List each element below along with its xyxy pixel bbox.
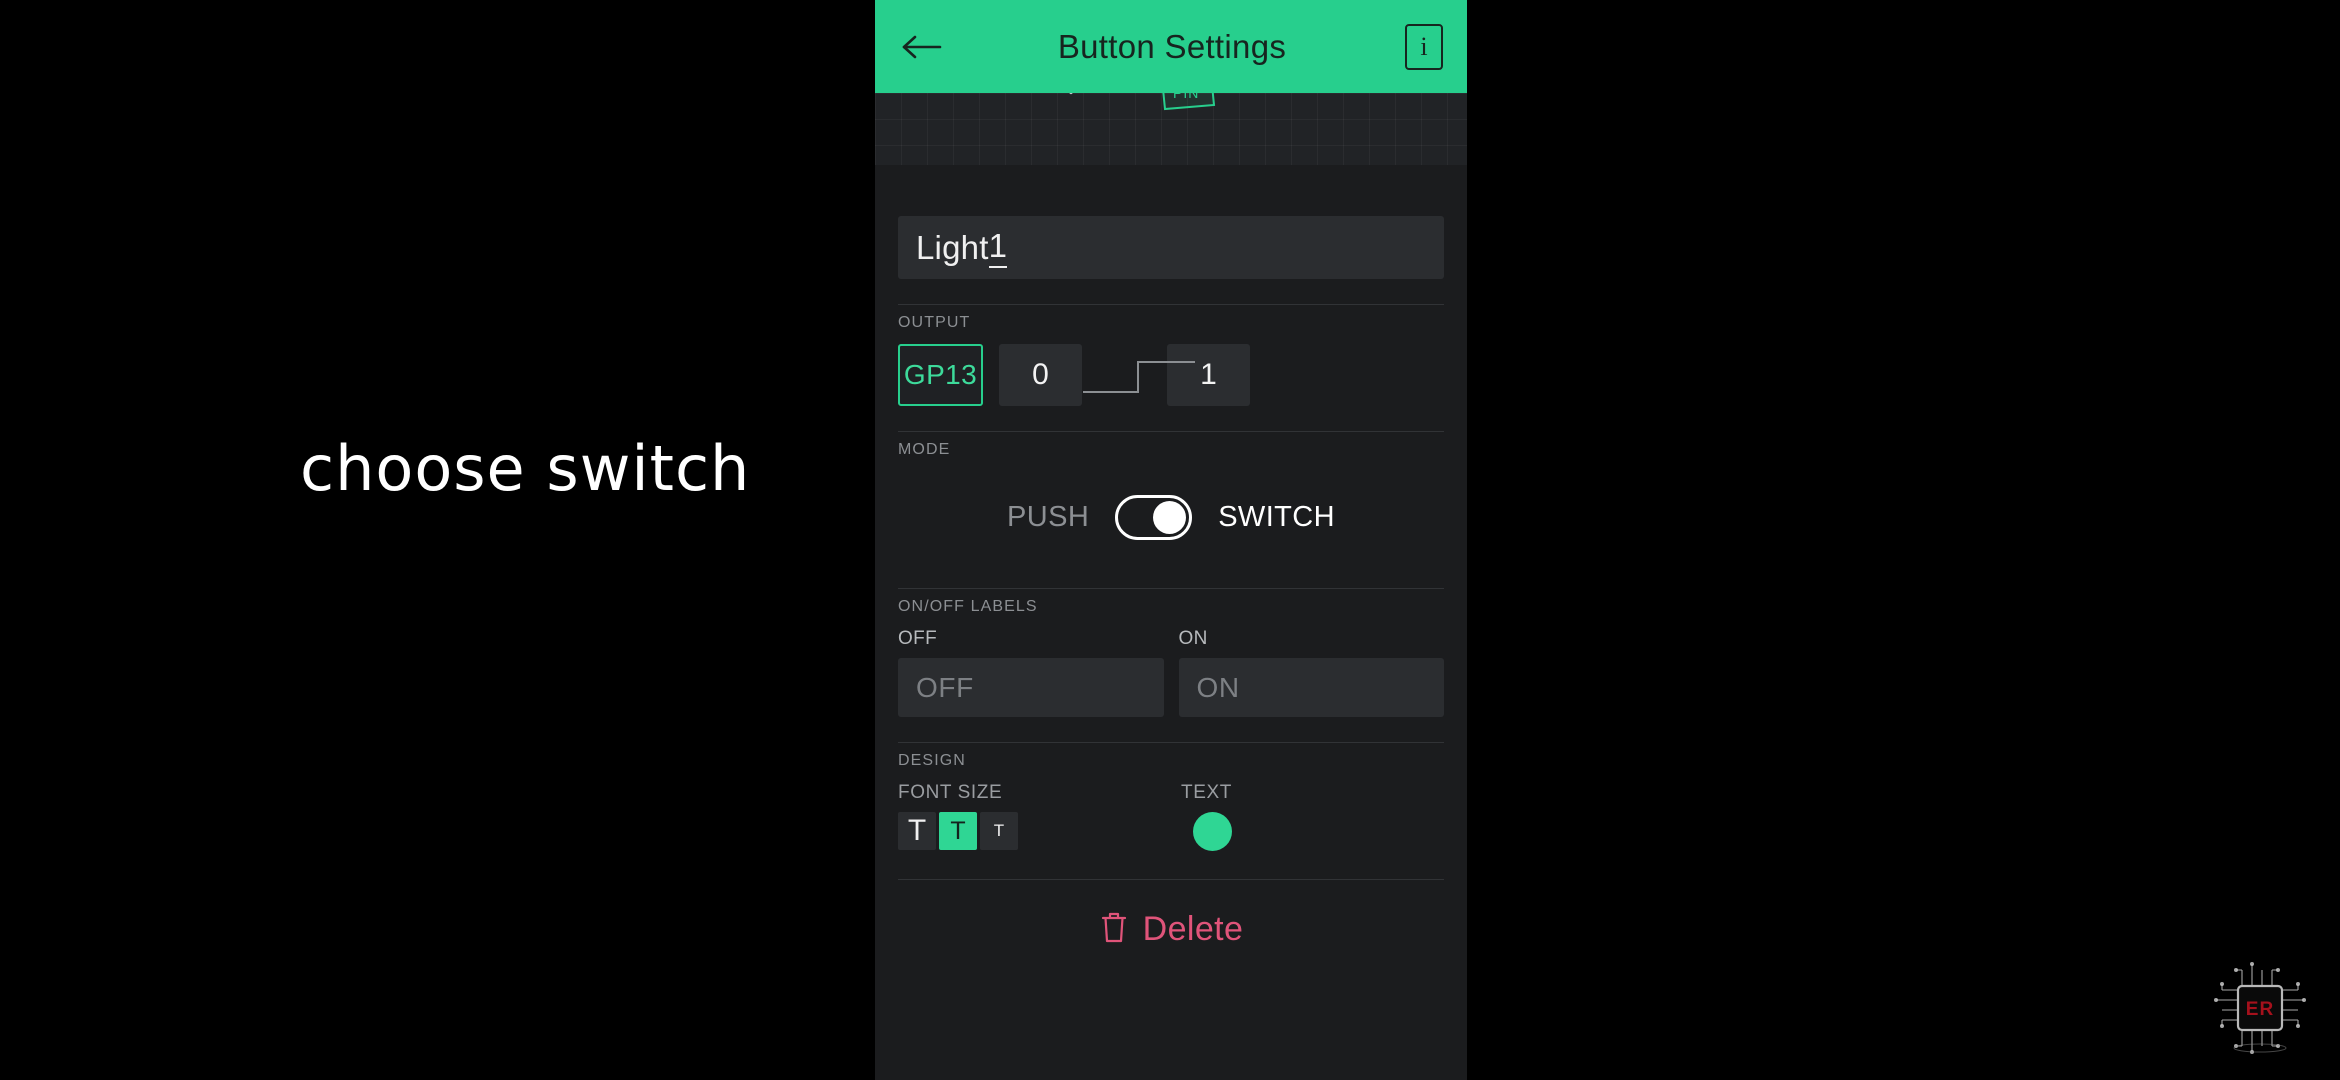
font-size-small-button[interactable]: T [980,812,1018,850]
on-label-column: ON ON [1178,628,1444,717]
pin-diagram-svg: PIN [1069,93,1216,111]
font-size-medium-button[interactable]: T [939,812,977,850]
mode-toggle[interactable] [1115,494,1193,540]
button-name-value-head: Light [916,228,989,266]
design-row: FONT SIZE T T T TEXT [898,782,1444,851]
section-title-design: DESIGN [898,752,966,769]
button-name-value-tail: 1 [988,227,1008,268]
off-label-column: OFF OFF [898,628,1164,717]
delete-button[interactable]: Delete [898,910,1444,949]
section-design: DESIGN FONT SIZE T T T TEXT [898,742,1444,851]
output-level-high[interactable]: 1 [1167,344,1250,406]
delete-label: Delete [1142,910,1244,948]
section-title-mode: MODE [898,441,951,458]
font-size-caption: FONT SIZE [898,782,1003,803]
watermark-logo: ER [2208,956,2312,1060]
mode-toggle-knob [1153,500,1187,534]
section-title-onoff: ON/OFF LABELS [898,598,1038,615]
button-name-input[interactable]: Light 1 [898,216,1444,279]
font-size-buttons: T T T [898,812,1093,850]
phone-panel: Button Settings i PIN Light 1 OUTPUT GP1… [875,0,1467,1080]
screenshot-root: choose switch Button Settings i PIN Ligh… [0,0,2340,1080]
delete-separator [898,879,1444,880]
info-button[interactable]: i [1405,23,1443,70]
section-output: OUTPUT GP13 0 1 [898,304,1444,406]
settings-body: Light 1 OUTPUT GP13 0 1 MODE PUSH SWITCH… [875,216,1467,949]
onoff-inputs-grid: OFF OFF ON ON [898,628,1444,717]
trash-icon [1099,910,1129,949]
text-color-group: TEXT [1181,782,1232,851]
font-size-large-button[interactable]: T [898,812,936,850]
page-title: Button Settings [1057,27,1287,65]
annotation-choose-switch: choose switch [300,432,751,505]
text-color-caption: TEXT [1181,782,1232,803]
section-title-output: OUTPUT [898,314,971,331]
mode-row: PUSH SWITCH [898,471,1444,563]
pin-badge: PIN [1162,93,1216,111]
text-color-swatch[interactable] [1193,812,1232,851]
on-caption: ON [1178,628,1208,649]
output-row: GP13 0 1 [898,344,1444,406]
on-label-input[interactable]: ON [1178,658,1444,717]
svg-text:PIN: PIN [1173,93,1199,101]
chip-logo-icon: ER [2214,962,2306,1054]
pin-illustration: PIN [875,93,1467,165]
font-size-group: FONT SIZE T T T [898,782,1093,850]
off-label-input[interactable]: OFF [898,658,1164,717]
output-level-low[interactable]: 0 [999,344,1082,406]
section-onoff-labels: ON/OFF LABELS OFF OFF ON ON [898,588,1444,717]
section-mode: MODE PUSH SWITCH [898,431,1444,563]
mode-label-switch[interactable]: SWITCH [1218,501,1335,534]
app-bar: Button Settings i [875,0,1467,93]
arrow-left-icon [901,32,943,62]
mode-label-push[interactable]: PUSH [1007,501,1089,534]
gpio-pin-selector[interactable]: GP13 [898,344,983,406]
off-caption: OFF [898,628,938,649]
svg-text:ER: ER [2246,999,2274,1020]
